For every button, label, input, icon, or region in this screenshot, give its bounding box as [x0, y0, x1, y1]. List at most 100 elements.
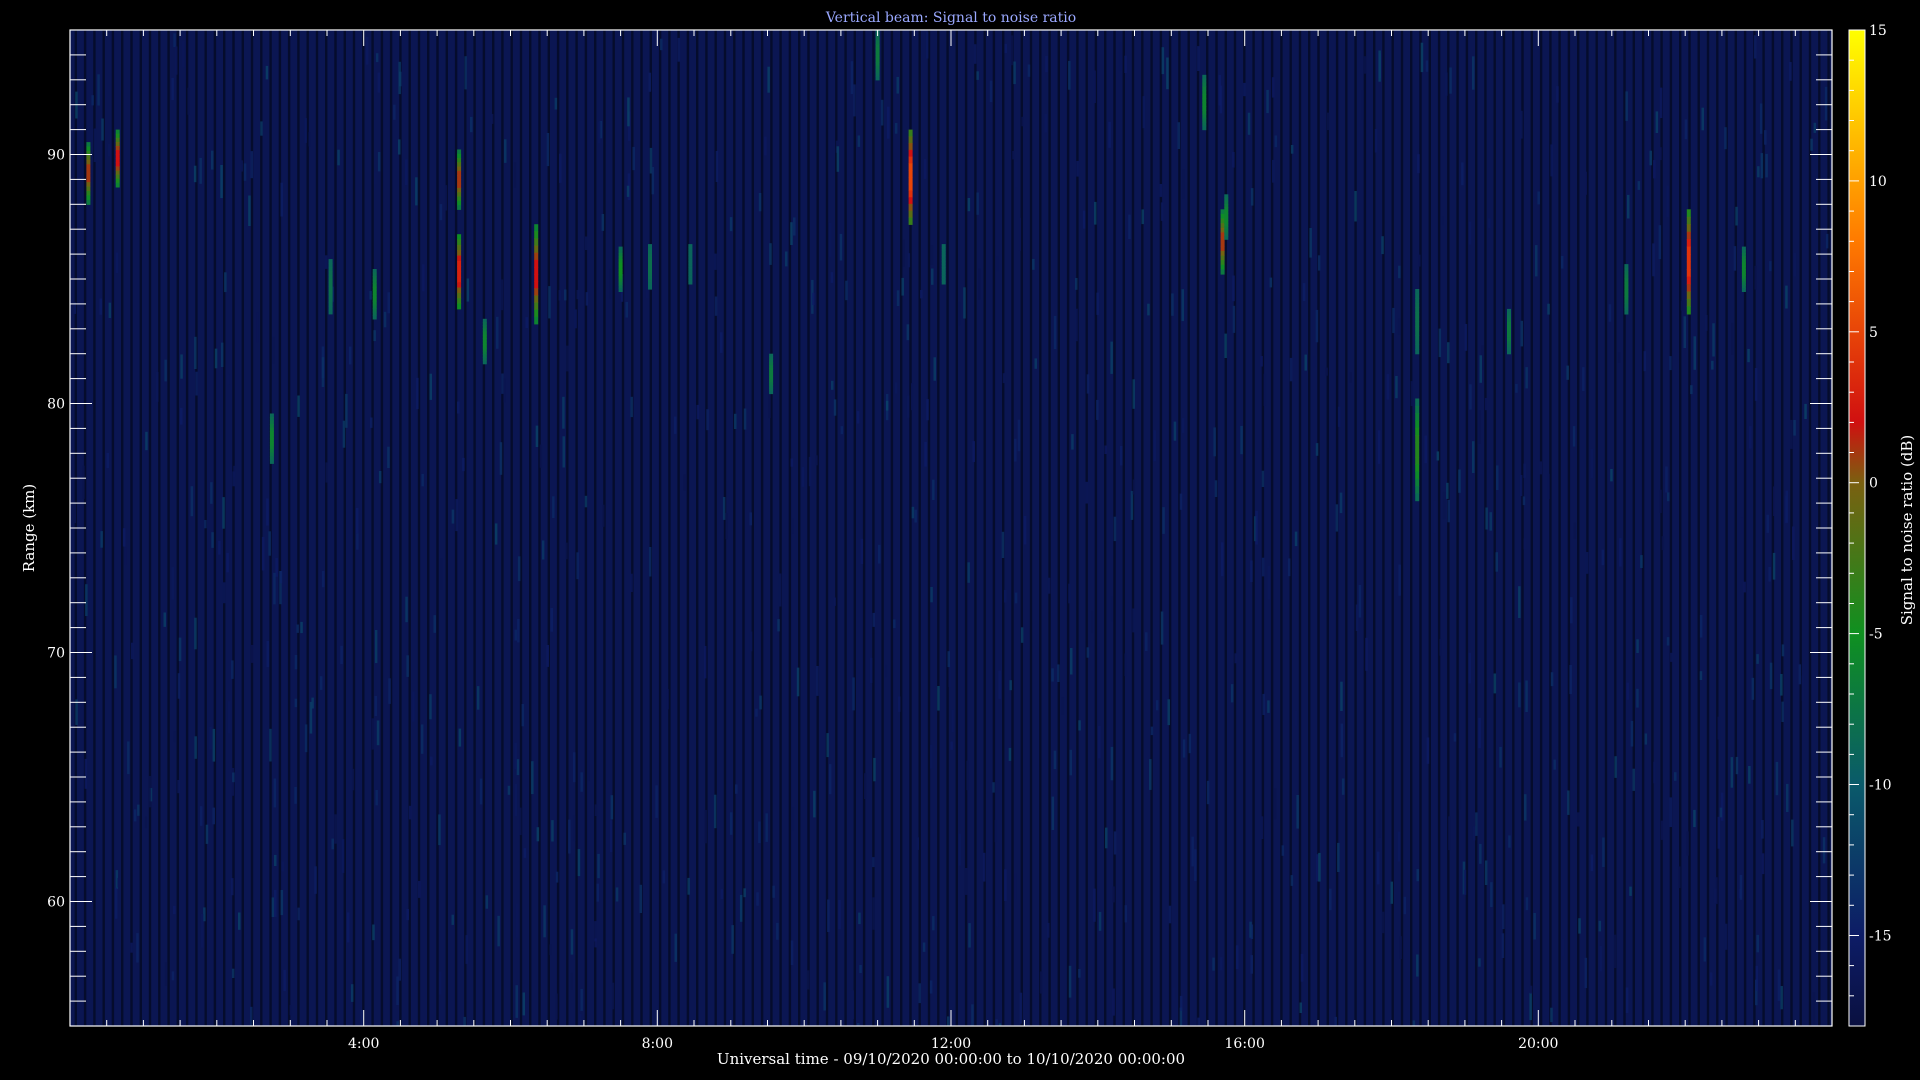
noise-streak: [398, 61, 401, 95]
noise-streak: [982, 852, 986, 882]
profile-gap: [751, 30, 754, 1026]
noise-streak: [1213, 427, 1216, 457]
noise-streak: [1717, 716, 1721, 740]
noise-streak: [1197, 1017, 1200, 1026]
noise-streak: [1397, 318, 1401, 335]
noise-streak: [519, 807, 522, 836]
profile-gap: [1066, 30, 1070, 1026]
echo-segment: [86, 142, 91, 148]
profile-gap: [1762, 30, 1765, 1026]
profile-gap: [584, 30, 588, 1026]
noise-streak: [1529, 985, 1533, 994]
noise-streak: [1179, 493, 1183, 510]
noise-streak: [1520, 110, 1523, 139]
noise-streak: [99, 298, 102, 315]
echo-segment: [457, 260, 462, 267]
noise-streak: [173, 905, 176, 915]
echo-segment: [372, 286, 377, 291]
noise-streak: [1659, 489, 1662, 513]
noise-streak: [1749, 426, 1752, 449]
echo-segment: [1202, 106, 1207, 111]
profile-gap: [1604, 30, 1608, 1026]
echo-segment: [457, 187, 462, 193]
noise-streak: [1212, 957, 1215, 971]
echo-segment: [115, 174, 120, 180]
echo-segment: [941, 255, 946, 259]
profile-gap: [1373, 30, 1376, 1026]
noise-streak: [1709, 972, 1713, 986]
noise-streak: [199, 806, 203, 826]
profile-gap: [1595, 30, 1598, 1026]
noise-streak: [485, 895, 489, 909]
noise-streak: [294, 655, 298, 670]
noise-streak: [1317, 255, 1321, 271]
echo-segment: [328, 309, 333, 315]
noise-streak: [1686, 831, 1689, 856]
noise-streak: [790, 940, 794, 965]
noise-streak: [1318, 852, 1321, 882]
echo-segment: [908, 129, 913, 137]
noise-streak: [1524, 794, 1527, 821]
noise-streak: [294, 698, 298, 708]
noise-streak: [1447, 342, 1450, 364]
noise-streak: [1567, 790, 1570, 815]
profile-gap: [798, 30, 801, 1026]
noise-streak: [531, 761, 534, 795]
noise-streak: [1398, 564, 1401, 596]
profile-gap: [1187, 30, 1190, 1026]
noise-streak: [1550, 1007, 1553, 1023]
echo-segment: [457, 239, 462, 246]
noise-streak: [1004, 589, 1007, 603]
noise-streak: [932, 479, 935, 500]
noise-streak: [269, 728, 272, 762]
noise-streak: [194, 736, 197, 759]
noise-streak: [687, 877, 690, 895]
echo-segment: [1220, 209, 1225, 215]
noise-streak: [1438, 328, 1442, 358]
noise-streak: [1713, 888, 1717, 904]
noise-streak: [759, 695, 762, 710]
noise-streak: [1309, 228, 1312, 258]
echo-segment: [1415, 321, 1420, 327]
echo-segment: [86, 146, 91, 152]
profile-gap: [1076, 30, 1079, 1026]
noise-streak: [1162, 507, 1165, 534]
profile-gap: [1382, 30, 1385, 1026]
noise-streak: [1566, 365, 1569, 380]
profile-gap: [260, 30, 263, 1026]
echo-segment: [1415, 478, 1420, 487]
noise-streak: [1325, 367, 1328, 376]
profile-gap: [510, 30, 513, 1026]
noise-streak: [611, 982, 615, 1010]
noise-streak: [171, 567, 174, 600]
noise-streak: [1206, 780, 1210, 805]
noise-streak: [1002, 373, 1006, 384]
noise-streak: [1469, 384, 1472, 410]
noise-streak: [570, 972, 573, 990]
echo-segment: [1415, 449, 1420, 458]
noise-streak: [211, 532, 214, 548]
echo-segment: [115, 150, 120, 155]
noise-streak: [1403, 896, 1407, 915]
echo-segment: [908, 183, 913, 192]
echo-mark: [618, 246, 623, 292]
noise-streak: [93, 128, 97, 162]
profile-gap: [835, 30, 838, 1026]
noise-streak: [1392, 307, 1395, 334]
noise-streak: [924, 441, 927, 467]
noise-streak: [554, 97, 558, 110]
noise-streak: [1478, 958, 1481, 967]
noise-streak: [226, 552, 229, 573]
profile-gap: [1771, 30, 1775, 1026]
noise-streak: [274, 889, 277, 917]
noise-streak: [144, 816, 148, 829]
echo-segment: [534, 281, 539, 289]
noise-streak: [75, 699, 78, 725]
noise-streak: [714, 296, 718, 316]
noise-streak: [271, 897, 275, 917]
noise-streak: [372, 924, 375, 941]
echo-segment: [534, 302, 539, 311]
echo-mark: [1686, 209, 1691, 315]
noise-streak: [1247, 112, 1251, 135]
noise-streak: [758, 193, 762, 212]
